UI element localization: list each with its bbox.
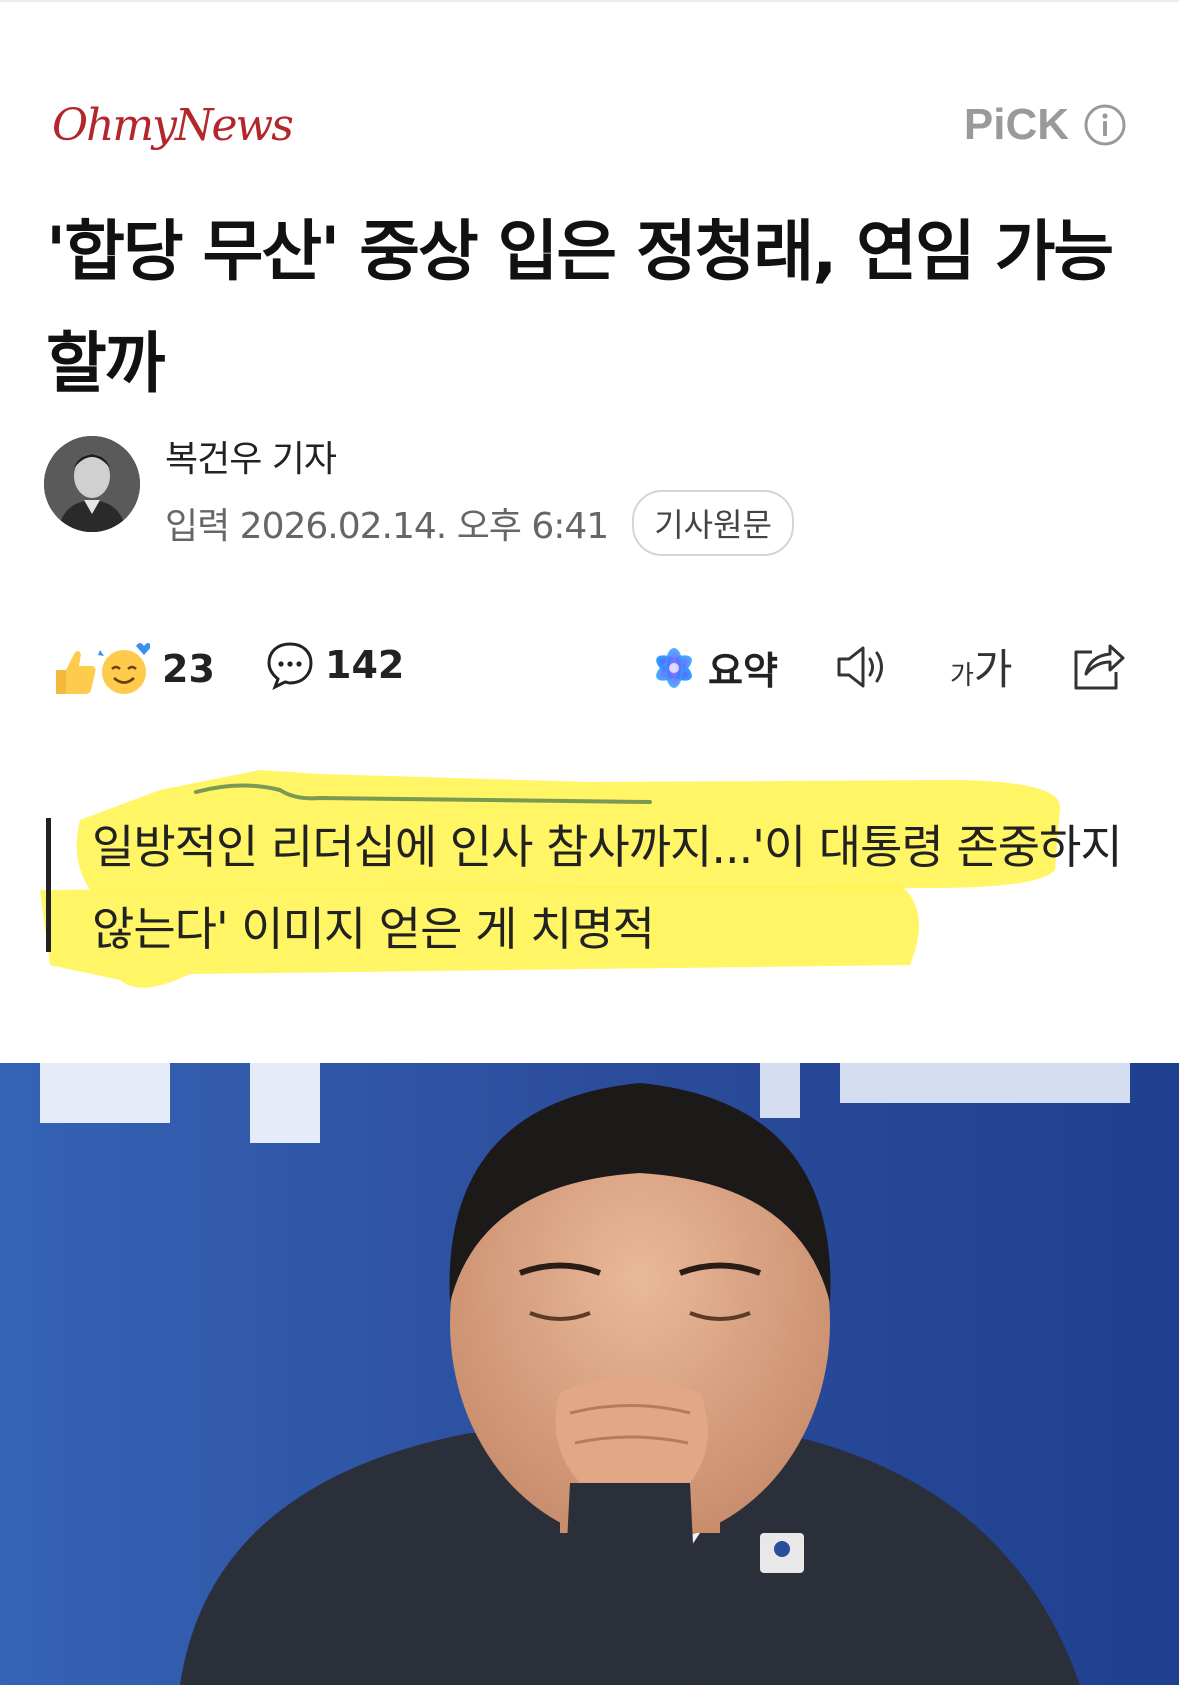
share-icon (1074, 644, 1125, 690)
text-to-speech-button[interactable] (835, 642, 891, 696)
reaction-emoji-icon (56, 643, 150, 694)
reporter-avatar[interactable] (44, 436, 140, 532)
article-subtitle: 일방적인 리더십에 인사 참사까지...'이 대통령 존중하지 않는다' 이미지… (92, 820, 1123, 956)
top-divider (0, 0, 1179, 2)
summary-label: 요약 (708, 649, 778, 693)
reporter-name[interactable]: 복건우 기자 (165, 430, 337, 482)
pick-label: PiCK (963, 100, 1069, 149)
share-button[interactable] (1070, 640, 1126, 696)
speaker-icon (837, 646, 883, 688)
summary-button[interactable]: 요약 (650, 640, 778, 695)
action-bar: 23 142 요약 가가 (50, 640, 1130, 700)
subtitle-quote-bar (46, 818, 51, 952)
article-headline: '합당 무산' 중상 입은 정청래, 연임 가능할까 (46, 213, 1114, 402)
original-article-button[interactable]: 기사원문 (632, 490, 794, 556)
publish-date: 입력 2026.02.14. 오후 6:41 (165, 506, 609, 547)
font-size-large-label: 가 (973, 645, 1013, 694)
font-size-button[interactable]: 가가 (950, 636, 1013, 697)
comment-button[interactable]: 142 (265, 640, 404, 690)
info-icon[interactable] (1083, 103, 1127, 147)
font-size-small-label: 가 (950, 661, 974, 691)
reaction-button[interactable]: 23 (50, 640, 215, 698)
reaction-count: 23 (162, 647, 215, 691)
publish-line: 입력 2026.02.14. 오후 6:41 기사원문 (165, 490, 794, 556)
pick-badge[interactable]: PiCK (964, 100, 1127, 150)
comment-count: 142 (325, 643, 405, 687)
comment-icon (267, 642, 313, 690)
article-photo[interactable] (0, 1063, 1179, 1685)
press-logo[interactable]: OhmyNews (52, 100, 294, 151)
ai-summary-icon (656, 647, 692, 688)
